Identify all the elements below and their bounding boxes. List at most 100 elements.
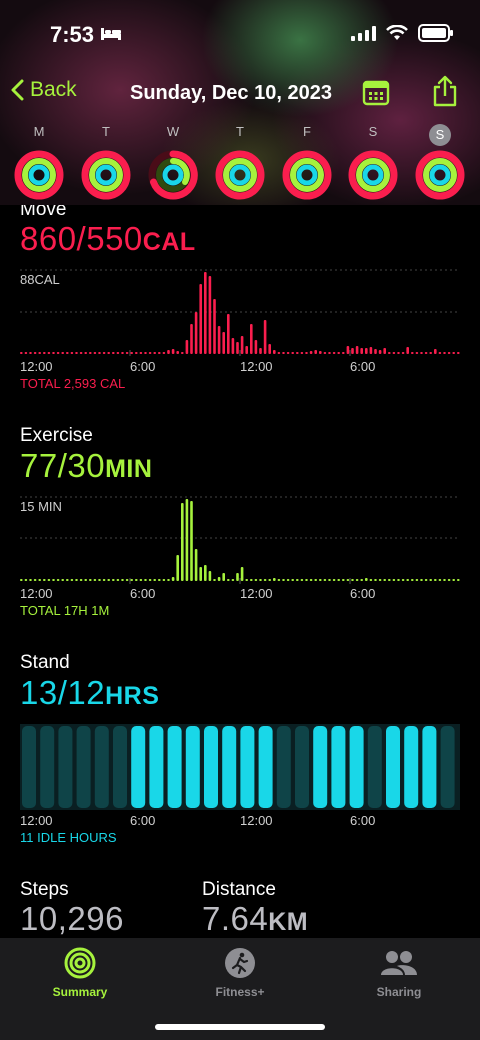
stand-hour-bar [258, 726, 273, 808]
chart-bar [56, 579, 60, 581]
chart-bar [263, 320, 267, 354]
back-button[interactable]: Back [10, 78, 77, 102]
day-label[interactable]: W [153, 124, 193, 139]
chart-bar [355, 579, 359, 581]
chart-bar [167, 350, 170, 354]
chart-bar [355, 346, 359, 354]
chart-bar [365, 578, 368, 581]
chart-bar [38, 352, 41, 354]
chart-bar [38, 579, 41, 581]
exercise-axis-tick: 12:00 [240, 586, 273, 601]
activity-ring-day[interactable] [148, 150, 198, 200]
chart-bar [397, 352, 400, 354]
back-label: Back [30, 78, 77, 101]
chart-bar [378, 579, 382, 581]
stand-hour-bar [222, 726, 237, 808]
chart-bar [424, 352, 428, 354]
move-axis-tick: 12:00 [240, 359, 273, 374]
chart-bar [20, 352, 23, 354]
day-label-current[interactable]: S [420, 124, 460, 146]
tab-fitness-plus[interactable]: Fitness+ [180, 946, 300, 999]
activity-ring-day[interactable] [14, 150, 64, 200]
chart-bar [314, 350, 317, 354]
chart-bar [194, 549, 198, 581]
chart-bar [314, 579, 317, 581]
chart-bar [319, 351, 322, 354]
day-label[interactable]: T [220, 124, 260, 139]
chart-bar [305, 579, 308, 581]
chart-bar [236, 342, 239, 354]
chart-bar [259, 579, 262, 581]
day-label[interactable]: M [19, 124, 59, 139]
chart-bar [245, 346, 248, 354]
chart-bar [254, 340, 258, 354]
chart-bar [70, 579, 74, 581]
chart-bar [337, 352, 340, 354]
chart-bar [332, 579, 336, 581]
status-time: 7:53 [50, 22, 95, 47]
tab-sharing[interactable]: Sharing [339, 946, 459, 999]
chart-bar [240, 336, 244, 354]
chart-bar [20, 579, 23, 581]
activity-ring-day[interactable] [81, 150, 131, 200]
stand-hour-bar [440, 726, 455, 808]
wifi-icon [386, 25, 408, 40]
status-icons [351, 24, 453, 42]
chart-bar [434, 349, 437, 354]
chart-bar [309, 351, 313, 354]
move-total: TOTAL 2,593 CAL [20, 376, 126, 391]
stand-hour-bar [313, 726, 328, 808]
activity-ring-day[interactable] [215, 150, 265, 200]
stand-hour-bar [240, 726, 255, 808]
move-axis-tick: 6:00 [350, 359, 376, 374]
chart-bar [217, 577, 221, 581]
chart-bar [406, 347, 409, 354]
chart-bar [457, 579, 460, 581]
chart-bar [268, 344, 271, 354]
chart-bar [227, 314, 230, 354]
stand-hour-bar [331, 726, 346, 808]
chart-bar [130, 579, 133, 581]
chart-bar [84, 352, 87, 354]
chart-bar [323, 352, 327, 354]
chart-bar [176, 351, 179, 354]
calendar-button[interactable] [362, 78, 390, 106]
day-label[interactable]: S [353, 124, 393, 139]
chart-bar [388, 352, 391, 354]
chart-bar [328, 579, 331, 581]
calendar-icon [362, 80, 390, 106]
chart-bar [121, 579, 124, 581]
chart-bar [66, 352, 69, 354]
chart-bar [332, 352, 336, 354]
chart-bar [56, 352, 60, 354]
chart-bar [208, 571, 212, 581]
chart-bar [116, 352, 120, 354]
chart-bar [139, 352, 143, 354]
chart-bar [102, 579, 106, 581]
move-bars [20, 272, 460, 354]
chart-bar [300, 579, 304, 581]
day-label[interactable]: F [287, 124, 327, 139]
chart-bar [125, 579, 129, 581]
move-axis-tick: 12:00 [20, 359, 53, 374]
chart-bar [429, 352, 432, 354]
stand-hour-bar [185, 726, 200, 808]
activity-ring-day-current[interactable] [415, 150, 465, 200]
activity-ring-day[interactable] [348, 150, 398, 200]
chart-bar [245, 579, 248, 581]
chart-bar [374, 579, 377, 581]
chart-bar [291, 579, 294, 581]
chart-bar [374, 349, 377, 354]
stand-hour-bar [367, 726, 382, 808]
stand-axis-tick: 6:00 [350, 813, 376, 828]
day-label[interactable]: T [86, 124, 126, 139]
activity-ring-day[interactable] [282, 150, 332, 200]
chart-bar [204, 272, 207, 354]
exercise-value: 77/30MIN [20, 447, 153, 484]
share-button[interactable] [430, 74, 460, 108]
chart-bar [346, 346, 350, 354]
tab-summary[interactable]: Summary [20, 946, 140, 999]
move-max-label: 88CAL [20, 272, 60, 287]
chart-bar [254, 579, 258, 581]
stand-hour-bar [94, 726, 109, 808]
